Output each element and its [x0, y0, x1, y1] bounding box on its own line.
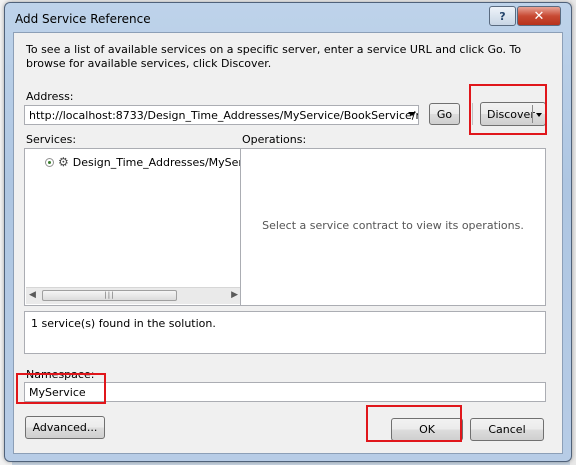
operations-empty-message: Select a service contract to view its op… — [262, 219, 524, 232]
address-combobox[interactable]: http://localhost:8733/Design_Time_Addres… — [24, 105, 419, 125]
go-button[interactable]: Go — [429, 103, 460, 125]
ok-button[interactable]: OK — [391, 418, 463, 441]
address-label: Address: — [26, 90, 74, 103]
dialog-title: Add Service Reference — [15, 12, 151, 26]
operations-list[interactable]: Select a service contract to view its op… — [240, 148, 546, 306]
advanced-button[interactable]: Advanced... — [25, 416, 105, 439]
services-tree[interactable]: ⚙ Design_Time_Addresses/MyServ ◀ ||| ▶ — [24, 148, 249, 306]
operations-label: Operations: — [242, 133, 307, 146]
horizontal-scrollbar[interactable]: ◀ ||| ▶ — [26, 287, 241, 304]
help-button[interactable]: ? — [489, 6, 516, 26]
namespace-value: MyService — [29, 386, 86, 399]
namespace-input[interactable]: MyService — [24, 382, 546, 402]
cancel-button-label: Cancel — [488, 423, 526, 436]
scroll-right-icon[interactable]: ▶ — [231, 290, 238, 300]
service-name: Design_Time_Addresses/MyServ — [72, 155, 250, 169]
radio-dot-icon[interactable] — [45, 157, 54, 167]
discover-button-label: Discover — [487, 107, 535, 121]
address-value: http://localhost:8733/Design_Time_Addres… — [29, 109, 419, 122]
discover-dropdown-icon[interactable] — [536, 113, 542, 117]
toolbar-divider — [472, 103, 473, 125]
status-text: 1 service(s) found in the solution. — [31, 317, 216, 330]
scroll-left-icon[interactable]: ◀ — [29, 290, 36, 300]
gear-icon: ⚙ — [58, 155, 69, 169]
discover-button[interactable]: Discover — [480, 102, 546, 126]
services-label: Services: — [26, 133, 77, 146]
advanced-button-label: Advanced... — [32, 421, 98, 434]
chevron-down-icon[interactable] — [408, 112, 416, 116]
cancel-button[interactable]: Cancel — [470, 418, 544, 441]
title-bar: Add Service Reference ? ✕ — [5, 3, 571, 33]
close-icon: ✕ — [533, 8, 545, 24]
instructions-text: To see a list of available services on a… — [26, 43, 522, 70]
scrollbar-thumb[interactable]: ||| — [42, 290, 177, 301]
dialog-body: To see a list of available services on a… — [13, 32, 563, 454]
close-button[interactable]: ✕ — [517, 6, 561, 26]
go-button-label: Go — [436, 107, 453, 121]
tree-item[interactable]: ⚙ Design_Time_Addresses/MyServ — [45, 155, 249, 169]
status-box: 1 service(s) found in the solution. — [24, 311, 546, 354]
add-service-reference-dialog: Add Service Reference ? ✕ To see a list … — [4, 2, 572, 462]
namespace-label: Namespace: — [26, 368, 95, 381]
split-divider — [532, 105, 533, 123]
help-icon: ? — [499, 9, 506, 23]
ok-button-label: OK — [419, 423, 435, 436]
